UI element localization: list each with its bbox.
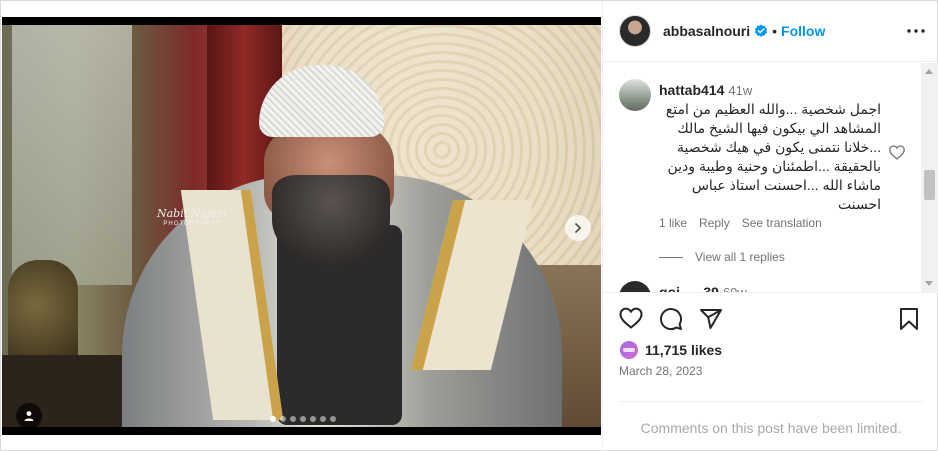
share-button[interactable] xyxy=(699,307,723,331)
likes-count[interactable]: 11,715 likes xyxy=(645,342,722,358)
save-button[interactable] xyxy=(899,307,919,331)
watermark-subtitle: PHOTOGRAPHY xyxy=(163,221,221,227)
scroll-down-arrow-icon[interactable] xyxy=(925,281,933,286)
comment-likes-count[interactable]: 1 like xyxy=(659,216,687,230)
like-button[interactable] xyxy=(619,307,643,329)
follow-button[interactable]: Follow xyxy=(781,23,825,39)
comment-header: hattab414 41w xyxy=(659,82,752,98)
comments-scrollbar[interactable] xyxy=(921,63,938,292)
post-date[interactable]: March 28, 2023 xyxy=(619,364,702,378)
next-slide-button[interactable] xyxy=(565,215,591,241)
tagged-users-button[interactable] xyxy=(16,403,42,429)
comment-username[interactable]: goj___39 xyxy=(659,284,719,292)
post-header: abbasalnouri • Follow xyxy=(603,1,938,62)
view-replies-label: View all 1 replies xyxy=(695,250,785,264)
comment-time[interactable]: 60w xyxy=(723,285,747,292)
comment-username[interactable]: hattab414 xyxy=(659,82,724,98)
photo-watermark: Nabil Najem PHOTOGRAPHY xyxy=(157,208,227,230)
carousel-dot xyxy=(290,416,296,422)
comment-text: اجمل شخصية ...والله العظيم من امتع المشا… xyxy=(665,101,881,212)
comment-header: goj___39 60w xyxy=(659,284,747,292)
comment-avatar[interactable] xyxy=(619,79,651,111)
carousel-dot xyxy=(310,416,316,422)
heart-icon xyxy=(619,307,643,329)
photo-window xyxy=(12,25,132,285)
post-photo[interactable]: Nabil Najem PHOTOGRAPHY xyxy=(2,25,601,427)
carousel-dot xyxy=(270,416,276,422)
carousel-dot xyxy=(300,416,306,422)
comments-list[interactable]: hattab414 41w اجمل شخصية ...والله العظيم … xyxy=(603,63,938,292)
bookmark-icon xyxy=(900,308,918,330)
carousel-indicator xyxy=(270,416,336,422)
limited-divider xyxy=(619,401,923,402)
comment-time[interactable]: 41w xyxy=(728,83,752,98)
user-icon xyxy=(24,411,34,421)
heart-icon xyxy=(889,145,905,160)
comment-like-button[interactable] xyxy=(889,145,905,165)
author-username[interactable]: abbasalnouri xyxy=(663,23,750,39)
carousel-dot xyxy=(320,416,326,422)
scrollbar-thumb[interactable] xyxy=(924,170,935,200)
comment-reply-button[interactable]: Reply xyxy=(699,216,730,230)
comment-icon xyxy=(660,308,683,331)
likes-row[interactable]: 11,715 likes xyxy=(619,340,722,360)
header-separator: • xyxy=(772,23,778,39)
carousel-dot xyxy=(330,416,336,422)
comment-meta: 1 like Reply See translation xyxy=(659,216,822,230)
photo-beard xyxy=(272,175,390,265)
replies-divider xyxy=(659,256,683,258)
liker-avatar xyxy=(619,340,639,360)
view-replies-button[interactable]: View all 1 replies xyxy=(659,250,785,264)
carousel-dot xyxy=(280,416,286,422)
more-horizontal-icon xyxy=(907,29,925,33)
comment-button[interactable] xyxy=(659,307,683,331)
send-icon xyxy=(700,309,722,329)
comments-limited-notice: Comments on this post have been limited. xyxy=(640,420,902,436)
post-media[interactable]: Nabil Najem PHOTOGRAPHY xyxy=(2,17,601,435)
post-dialog: Nabil Najem PHOTOGRAPHY abbasalnouri • F… xyxy=(0,0,938,451)
verified-badge-icon xyxy=(754,24,768,38)
scroll-up-arrow-icon[interactable] xyxy=(925,69,933,74)
author-avatar[interactable] xyxy=(619,15,651,47)
see-translation-button[interactable]: See translation xyxy=(742,216,822,230)
more-options-button[interactable] xyxy=(907,29,925,33)
chevron-right-icon xyxy=(575,223,581,233)
comment-avatar[interactable] xyxy=(619,281,651,292)
post-actions: 11,715 likes March 28, 2023 Comments on … xyxy=(603,292,938,436)
post-side-panel: abbasalnouri • Follow hattab414 41w اجمل … xyxy=(602,1,938,451)
